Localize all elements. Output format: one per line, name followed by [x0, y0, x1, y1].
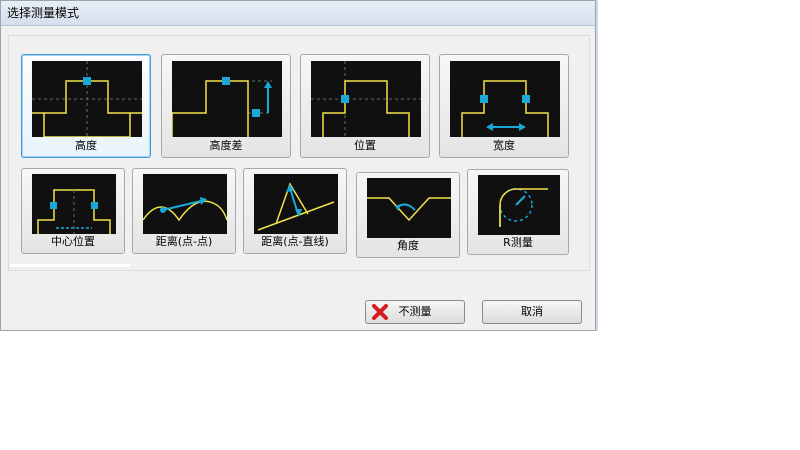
- mode-position-label: 位置: [354, 139, 376, 152]
- red-x-icon: [372, 304, 388, 320]
- center-position-icon: [32, 174, 116, 234]
- measurement-mode-dialog: 选择测量模式 高度 高度差 位置 宽度 中心位置 距离(点-点) 距离(点-直线…: [0, 0, 596, 331]
- window-edge: [596, 0, 598, 331]
- height-difference-icon: [172, 61, 282, 137]
- mode-height-button[interactable]: 高度: [21, 54, 151, 158]
- radius-mode-icon: [478, 175, 560, 235]
- cancel-button[interactable]: 取消: [482, 300, 582, 324]
- cancel-label: 取消: [521, 305, 543, 318]
- mode-distance-point-line-label: 距离(点-直线): [261, 235, 329, 248]
- mode-distance-point-line-button[interactable]: 距离(点-直线): [243, 168, 347, 254]
- mode-distance-point-point-button[interactable]: 距离(点-点): [132, 168, 236, 254]
- no-measure-button[interactable]: 不测量: [365, 300, 465, 324]
- mode-height-difference-button[interactable]: 高度差: [161, 54, 291, 158]
- angle-mode-icon: [367, 178, 451, 238]
- mode-angle-button[interactable]: 角度: [356, 172, 460, 258]
- distance-point-point-icon: [143, 174, 227, 234]
- mode-center-position-button[interactable]: 中心位置: [21, 168, 125, 254]
- mode-distance-point-point-label: 距离(点-点): [155, 235, 213, 248]
- mode-position-button[interactable]: 位置: [300, 54, 430, 158]
- mode-radius-button[interactable]: R测量: [467, 169, 569, 255]
- mode-width-button[interactable]: 宽度: [439, 54, 569, 158]
- mode-width-label: 宽度: [493, 139, 515, 152]
- width-mode-icon: [450, 61, 560, 137]
- mode-radius-label: R测量: [503, 236, 533, 249]
- no-measure-label: 不测量: [398, 305, 432, 318]
- focus-underline: [10, 264, 130, 267]
- mode-angle-label: 角度: [397, 239, 419, 252]
- mode-group: 高度 高度差 位置 宽度 中心位置 距离(点-点) 距离(点-直线) 角度 R测…: [8, 35, 590, 271]
- distance-point-line-icon: [254, 174, 338, 234]
- mode-height-difference-label: 高度差: [209, 139, 243, 152]
- mode-center-position-label: 中心位置: [51, 235, 95, 248]
- dialog-title: 选择测量模式: [1, 1, 595, 26]
- position-mode-icon: [311, 61, 421, 137]
- mode-height-label: 高度: [75, 139, 97, 152]
- height-mode-icon: [32, 61, 142, 137]
